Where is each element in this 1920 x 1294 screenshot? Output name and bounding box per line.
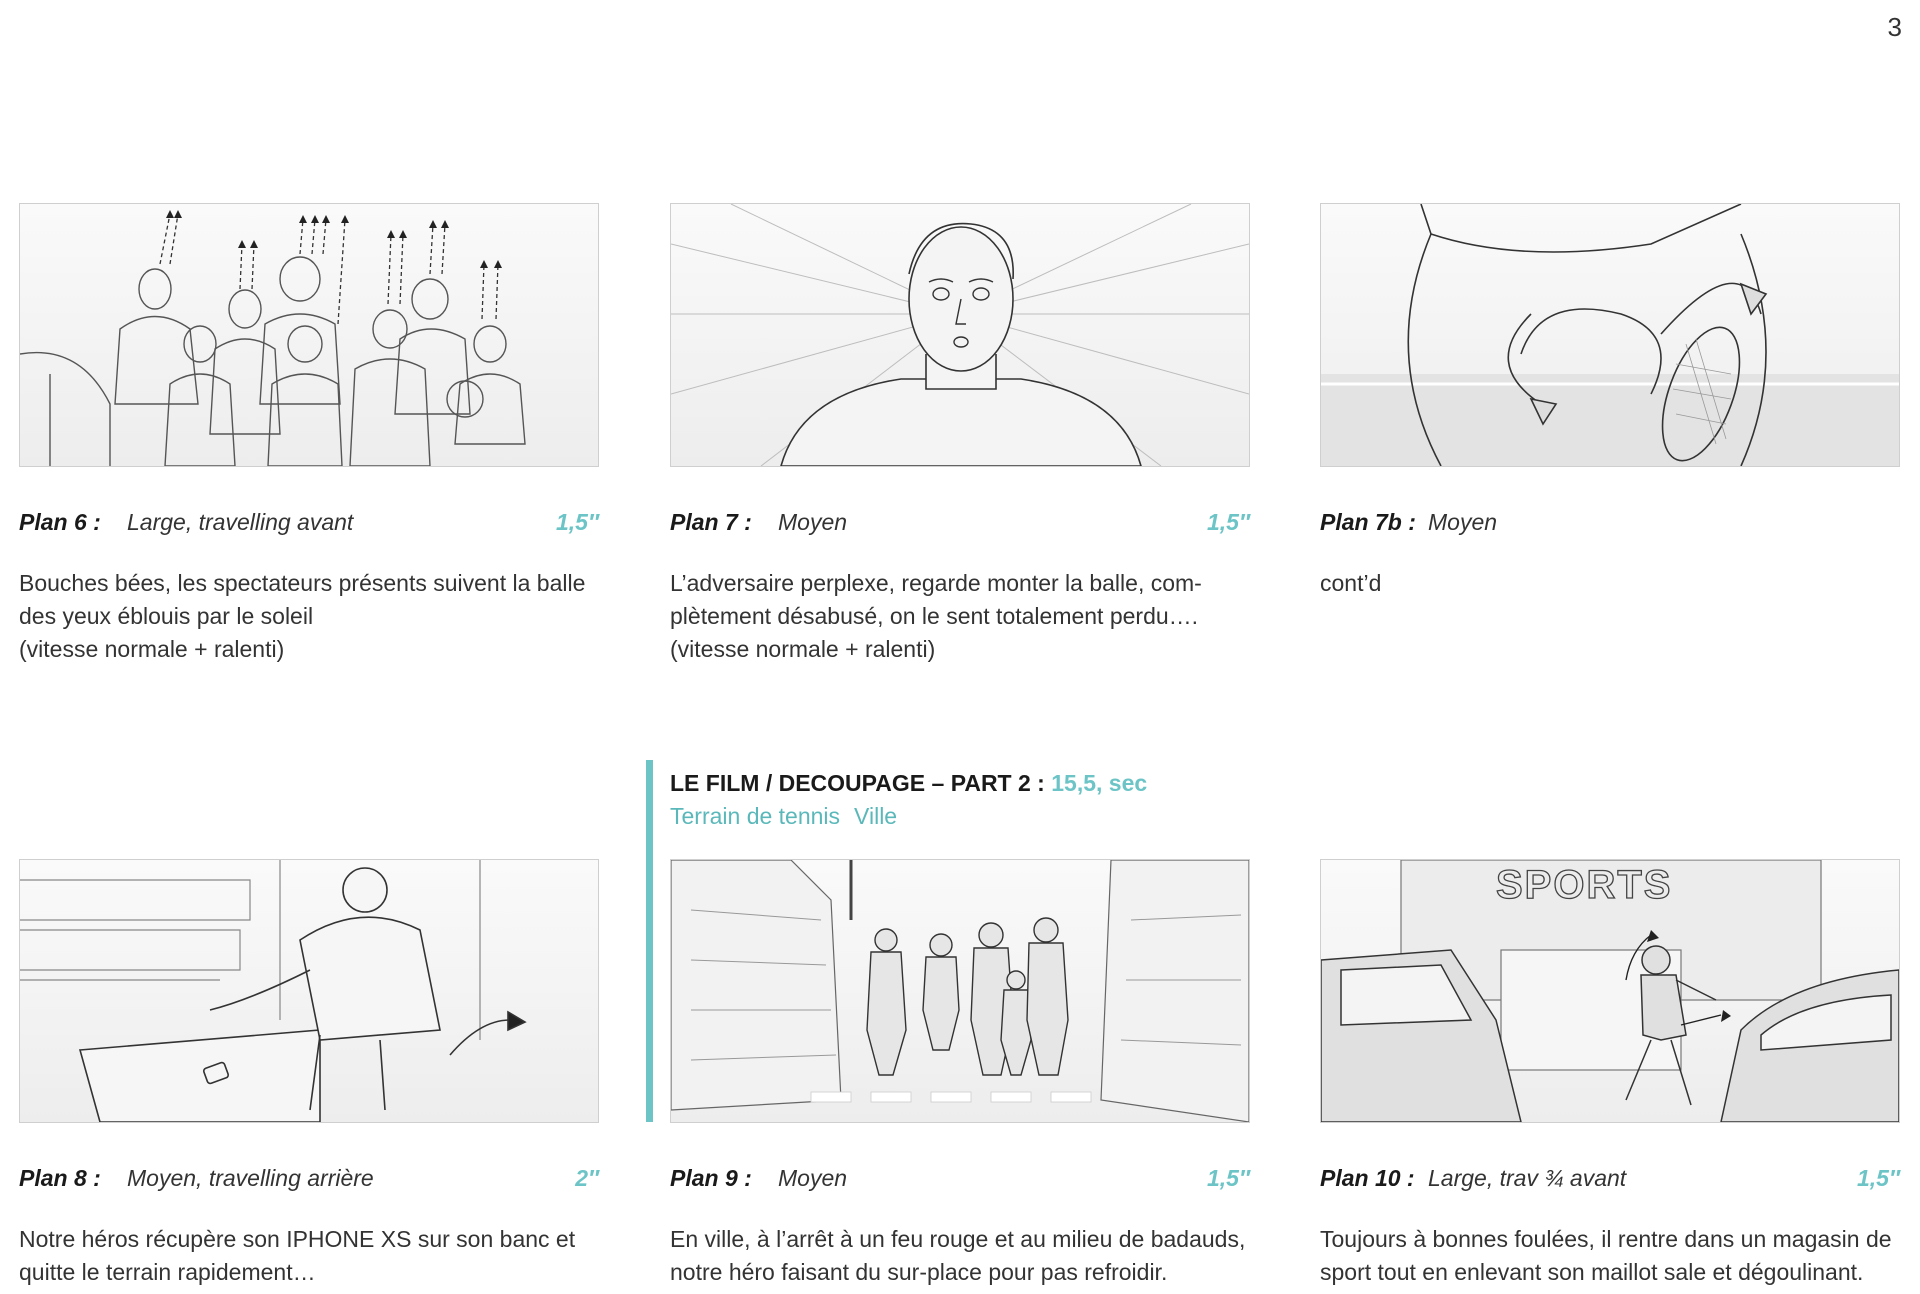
plan-description: Bouches bées, les spectateurs présents s… [19, 567, 599, 666]
racket-hands-sketch [1320, 203, 1900, 467]
description-line: L’adversaire perplexe, regarde monter la… [670, 570, 1202, 596]
shot-duration: 1,5″ [1857, 1165, 1900, 1191]
plan-label: Plan 6 : [19, 509, 101, 535]
shot-type: Moyen [778, 509, 848, 535]
storyboard-panel-plan-8: Plan 8 : Moyen, travelling arrière 2″ No… [19, 859, 599, 1289]
section-accent-bar [646, 760, 653, 1122]
description-line: notre héro faisant du sur-place pour pas… [670, 1259, 1168, 1285]
storyboard-panel-plan-7b: Plan 7b : Moyen cont’d [1320, 203, 1900, 600]
shot-duration: 1,5″ [1207, 509, 1250, 535]
plan-label: Plan 7 : [670, 509, 752, 535]
location-label: Ville [854, 803, 898, 829]
storyboard-panel-plan-9: Plan 9 : Moyen 1,5″ En ville, à l’arrêt … [670, 859, 1250, 1289]
plan-header: Plan 7b : Moyen [1320, 509, 1900, 541]
plan-description: L’adversaire perplexe, regarde monter la… [670, 567, 1250, 666]
storyboard-panel-plan-7: Plan 7 : Moyen 1,5″ L’adversaire perplex… [670, 203, 1250, 666]
shot-type: Large, travelling avant [127, 509, 354, 535]
plan-header: Plan 7 : Moyen 1,5″ [670, 509, 1250, 541]
plan-label: Plan 9 : [670, 1165, 752, 1191]
city-crosswalk-sketch [670, 859, 1250, 1123]
shot-type: Large, trav ¾ avant [1428, 1165, 1627, 1191]
store-sign-text: SPORTS [1496, 863, 1672, 907]
shot-type: Moyen [1428, 509, 1498, 535]
description-line: Toujours à bonnes foulées, il rentre dan… [1320, 1226, 1892, 1252]
shot-type: Moyen [778, 1165, 848, 1191]
storyboard-panel-plan-10: SPORTS Plan 10 : Large, trav ¾ avant 1,5… [1320, 859, 1900, 1289]
plan-header: Plan 8 : Moyen, travelling arrière 2″ [19, 1165, 599, 1197]
shot-duration: 1,5″ [1207, 1165, 1250, 1191]
section-title: LE FILM / DECOUPAGE – PART 2 : 15,5, sec [670, 770, 1147, 797]
description-line: En ville, à l’arrêt à un feu rouge et au… [670, 1226, 1246, 1252]
description-line: plètement désabusé, on le sent totalemen… [670, 603, 1199, 629]
description-line: cont’d [1320, 570, 1382, 596]
spectators-crowd-sketch [19, 203, 599, 467]
description-line: (vitesse normale + ralenti) [19, 636, 285, 662]
section-locations: Terrain de tennis Ville [670, 803, 911, 830]
section-title-text: LE FILM / DECOUPAGE – PART 2 : [670, 770, 1052, 796]
plan-description: Toujours à bonnes foulées, il rentre dan… [1320, 1223, 1900, 1289]
location-label: Terrain de tennis [670, 803, 841, 829]
hero-bench-phone-sketch [19, 859, 599, 1123]
plan-label: Plan 7b : [1320, 509, 1416, 535]
plan-description: cont’d [1320, 567, 1900, 600]
description-line: Bouches bées, les spectateurs présents s… [19, 570, 586, 596]
description-line: Notre héros récupère son IPHONE XS sur s… [19, 1226, 576, 1252]
description-line: des yeux éblouis par le soleil [19, 603, 314, 629]
plan-label: Plan 8 : [19, 1165, 101, 1191]
description-line: (vitesse normale + ralenti) [670, 636, 936, 662]
page-number: 3 [1887, 12, 1902, 42]
plan-header: Plan 6 : Large, travelling avant 1,5″ [19, 509, 599, 541]
plan-description: Notre héros récupère son IPHONE XS sur s… [19, 1223, 599, 1289]
storyboard-panel-plan-6: Plan 6 : Large, travelling avant 1,5″ Bo… [19, 203, 599, 666]
shot-type: Moyen, travelling arrière [127, 1165, 374, 1191]
opponent-face-sketch [670, 203, 1250, 467]
plan-label: Plan 10 : [1320, 1165, 1415, 1191]
plan-header: Plan 10 : Large, trav ¾ avant 1,5″ [1320, 1165, 1900, 1197]
shot-duration: 1,5″ [556, 509, 599, 535]
sports-store-sketch: SPORTS [1320, 859, 1900, 1123]
shot-duration: 2″ [575, 1165, 599, 1191]
description-line: quitte le terrain rapidement… [19, 1259, 316, 1285]
description-line: sport tout en enlevant son maillot sale … [1320, 1259, 1864, 1285]
section-duration: 15,5, sec [1051, 770, 1148, 796]
plan-description: En ville, à l’arrêt à un feu rouge et au… [670, 1223, 1250, 1289]
plan-header: Plan 9 : Moyen 1,5″ [670, 1165, 1250, 1197]
